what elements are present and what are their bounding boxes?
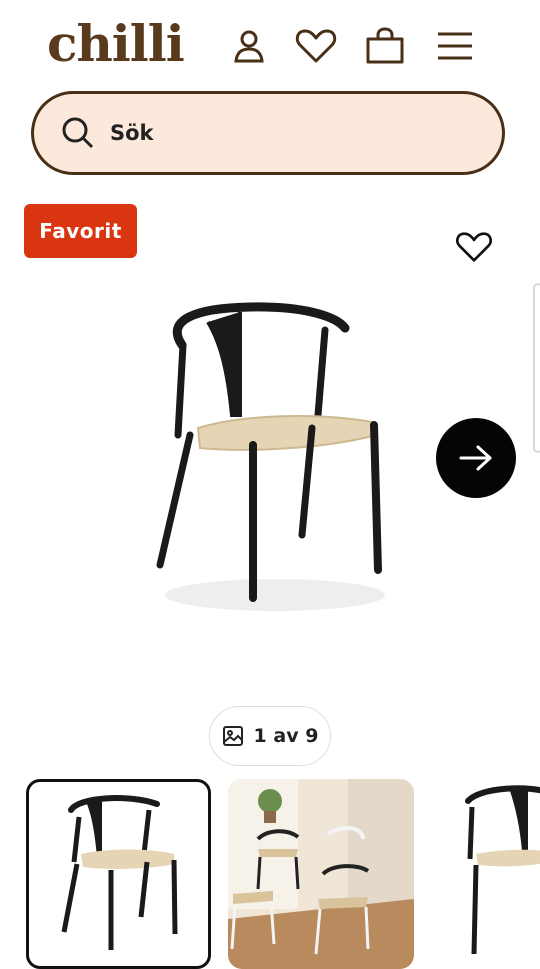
arrow-right-icon <box>459 445 492 471</box>
heart-icon[interactable] <box>294 24 338 68</box>
chilli-logo[interactable]: chilli <box>47 14 185 74</box>
account-icon[interactable] <box>227 24 271 68</box>
favorit-badge: Favorit <box>24 204 137 258</box>
image-counter: 1 av 9 <box>209 706 331 766</box>
image-counter-text: 1 av 9 <box>253 725 319 747</box>
menu-icon[interactable] <box>433 24 477 68</box>
search-bar[interactable] <box>31 91 505 175</box>
bag-icon[interactable] <box>363 24 407 68</box>
product-image[interactable] <box>140 290 400 620</box>
image-icon <box>222 726 243 746</box>
carousel-edge <box>533 283 540 453</box>
search-icon <box>60 115 96 151</box>
thumbnail-3[interactable] <box>430 779 540 969</box>
search-input[interactable] <box>108 120 472 146</box>
next-image-button[interactable] <box>436 418 516 498</box>
wishlist-heart-icon[interactable] <box>452 225 496 269</box>
thumbnail-2[interactable] <box>228 779 414 969</box>
thumbnail-1[interactable] <box>26 779 211 969</box>
